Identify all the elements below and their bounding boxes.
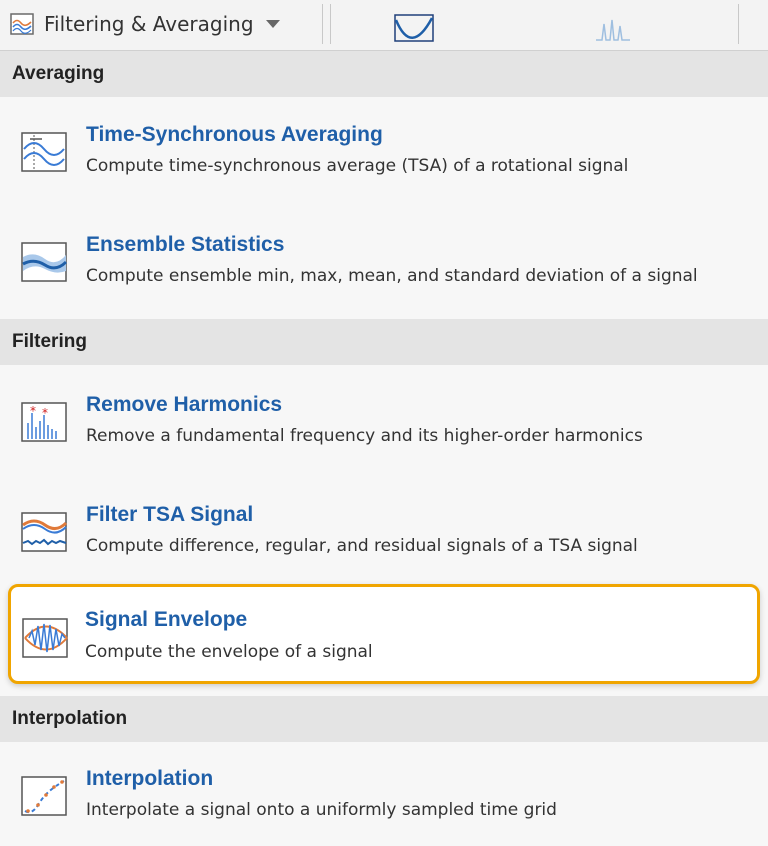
item-ensemble-statistics[interactable]: Ensemble Statistics Compute ensemble min… (10, 209, 762, 305)
filtering-averaging-dropdown[interactable]: Filtering & Averaging (6, 8, 318, 40)
section-title: Averaging (12, 63, 105, 84)
item-title: Ensemble Statistics (86, 233, 285, 256)
toolbar-divider (322, 4, 323, 44)
signal-envelope-icon (22, 618, 68, 658)
toolbar-divider (738, 4, 739, 44)
item-description: Interpolate a signal onto a uniformly sa… (86, 800, 557, 820)
svg-text:*: * (30, 404, 36, 418)
section-header-averaging: Averaging (0, 51, 768, 97)
item-title: Interpolation (86, 767, 214, 790)
spectrum-icon[interactable] (594, 14, 634, 42)
item-description: Compute time-synchronous average (TSA) o… (86, 156, 629, 176)
item-description: Compute the envelope of a signal (85, 642, 373, 662)
section-header-interpolation: Interpolation (0, 696, 768, 742)
gallery-panel: Averaging Time-Synchronous Averaging Com… (0, 51, 768, 846)
item-title: Signal Envelope (85, 608, 248, 631)
sine-wave-icon[interactable] (394, 14, 434, 42)
section-title: Interpolation (12, 708, 128, 729)
dropdown-label: Filtering & Averaging (44, 12, 254, 36)
item-description: Compute ensemble min, max, mean, and sta… (86, 266, 698, 286)
item-description: Remove a fundamental frequency and its h… (86, 426, 643, 446)
toolbar-divider (330, 4, 331, 44)
item-interpolation[interactable]: Interpolation Interpolate a signal onto … (10, 743, 762, 839)
item-title: Remove Harmonics (86, 393, 283, 416)
section-header-filtering: Filtering (0, 319, 768, 365)
filtering-averaging-icon (10, 13, 34, 35)
item-signal-envelope[interactable]: Signal Envelope Compute the envelope of … (8, 584, 760, 684)
chevron-down-icon[interactable] (265, 20, 280, 28)
item-filter-tsa-signal[interactable]: Filter TSA Signal Compute difference, re… (10, 479, 762, 575)
remove-harmonics-icon: * * (21, 402, 67, 442)
ensemble-stats-icon (21, 242, 68, 282)
svg-text:*: * (42, 406, 48, 420)
item-time-synchronous-averaging[interactable]: Time-Synchronous Averaging Compute time-… (10, 99, 762, 195)
interpolation-icon (21, 776, 67, 816)
filter-tsa-icon (21, 512, 68, 552)
item-title: Filter TSA Signal (86, 503, 254, 526)
toolbar: Filtering & Averaging (0, 0, 768, 51)
item-description: Compute difference, regular, and residua… (86, 536, 638, 556)
section-title: Filtering (12, 331, 87, 352)
item-title: Time-Synchronous Averaging (86, 123, 383, 146)
item-remove-harmonics[interactable]: * * Remove Harmonics Remove a fundamenta… (10, 369, 762, 465)
tsa-icon (21, 132, 67, 172)
